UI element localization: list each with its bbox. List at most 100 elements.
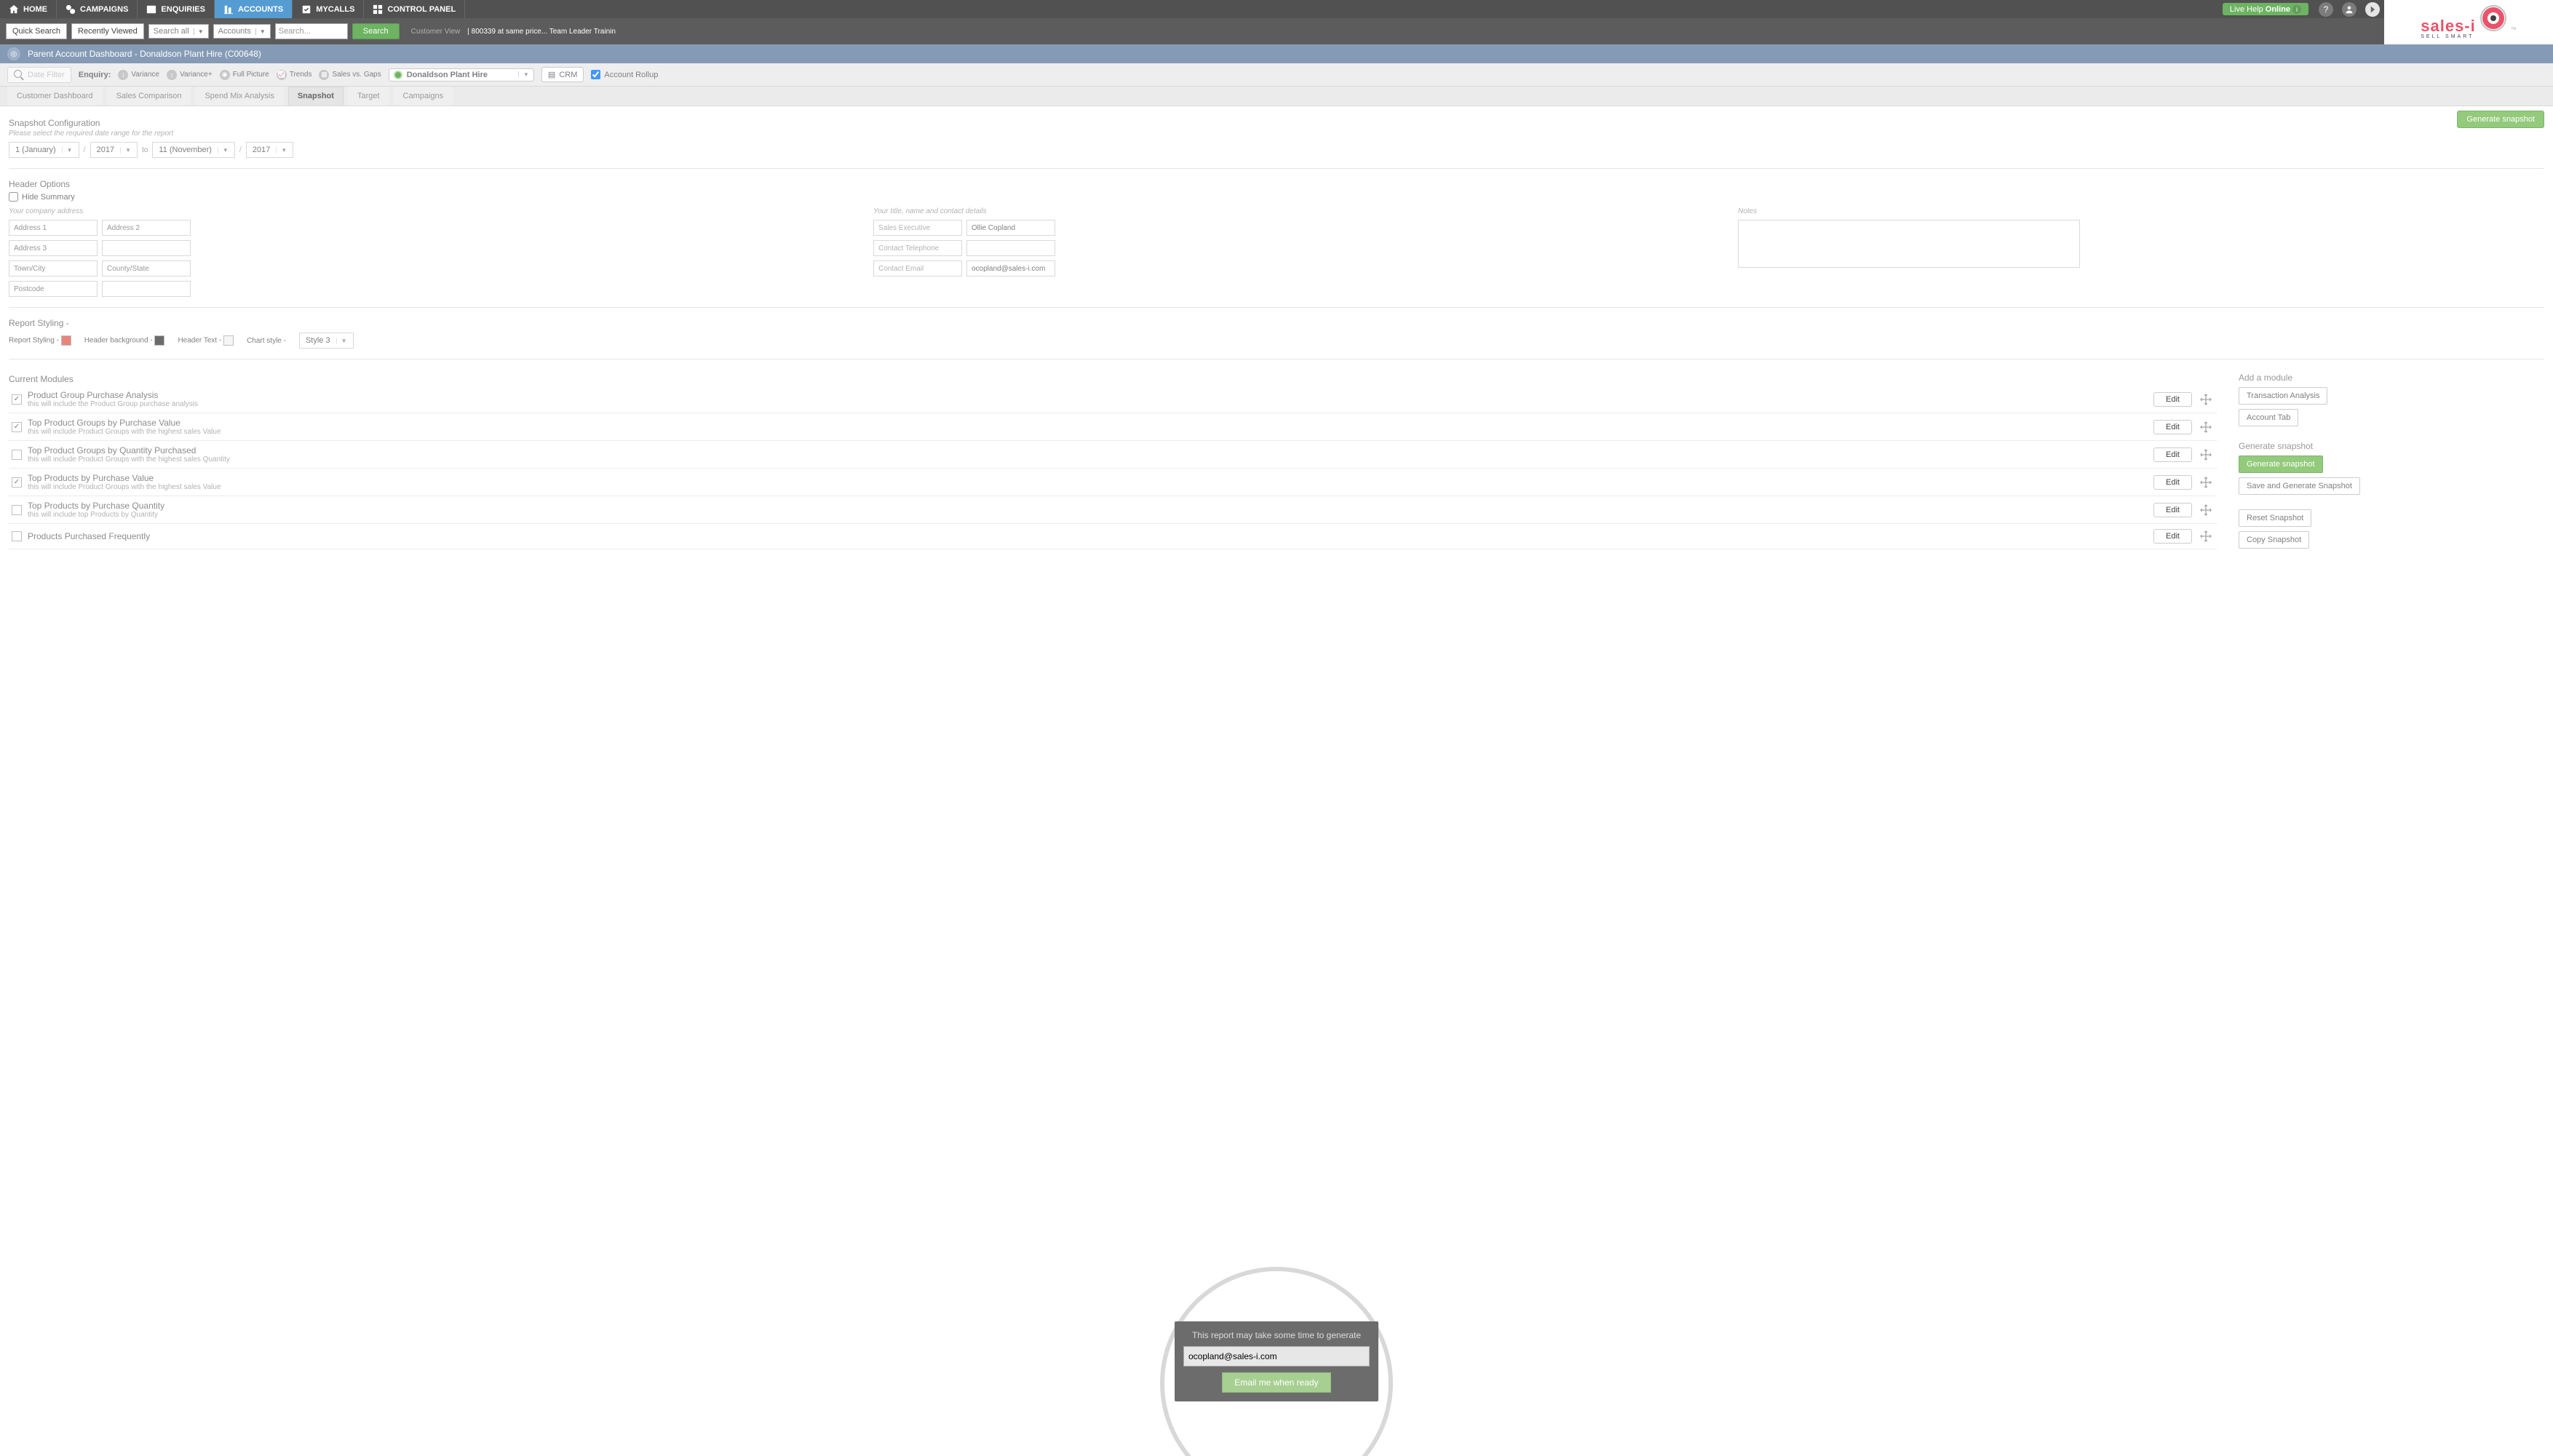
tab-sales-comparison[interactable]: Sales Comparison <box>107 87 191 106</box>
nav-home[interactable]: HOME <box>0 0 57 18</box>
generate-snapshot-top-button[interactable]: Generate snapshot <box>2457 111 2544 128</box>
module-checkbox[interactable] <box>12 450 22 460</box>
account-tab-button[interactable]: Account Tab <box>2239 409 2298 426</box>
report-styling-label: Report Styling - <box>9 335 71 346</box>
town-input[interactable] <box>9 260 98 277</box>
pill-variance[interactable]: ↕Variance <box>118 70 159 80</box>
address2-input[interactable] <box>102 220 191 236</box>
to-month-select[interactable]: 11 (November)▼ <box>152 142 234 158</box>
contact-tel-value-input[interactable] <box>966 240 1055 256</box>
tab-snapshot[interactable]: Snapshot <box>288 87 344 106</box>
module-row: Top Product Groups by Purchase Valuethis… <box>9 413 2217 441</box>
postcode2-input[interactable] <box>102 281 191 297</box>
module-checkbox[interactable] <box>12 531 22 541</box>
move-icon[interactable] <box>2198 391 2214 407</box>
account-rollup-checkbox[interactable]: Account Rollup <box>591 70 658 79</box>
user-icon[interactable] <box>2342 2 2357 17</box>
module-edit-button[interactable]: Edit <box>2153 420 2192 434</box>
marquee-text: | 800339 at same price... Team Leader Tr… <box>467 28 616 36</box>
move-icon[interactable] <box>2198 419 2214 435</box>
generate-snapshot-button[interactable]: Generate snapshot <box>2239 456 2323 473</box>
swatch-dark[interactable] <box>154 335 164 346</box>
module-checkbox[interactable] <box>12 394 22 405</box>
postcode-input[interactable] <box>9 281 98 297</box>
customer-view-label: Customer View <box>411 28 461 36</box>
module-title: Top Product Groups by Quantity Purchased <box>28 445 2148 456</box>
search-type-select[interactable]: Accounts▼ <box>213 24 271 39</box>
search-bar: Quick Search Recently Viewed Search all▼… <box>0 18 2384 44</box>
pill-sales-gaps[interactable]: ▦Sales vs. Gaps <box>319 70 381 80</box>
move-icon[interactable] <box>2198 474 2214 490</box>
brand-logo: sales-i SELL SMART ™ <box>2384 0 2553 44</box>
nav-control-panel[interactable]: CONTROL PANEL <box>364 0 465 18</box>
from-year-select[interactable]: 2017▼ <box>90 142 138 158</box>
module-edit-button[interactable]: Edit <box>2153 447 2192 462</box>
save-generate-button[interactable]: Save and Generate Snapshot <box>2239 477 2360 495</box>
swatch-red[interactable] <box>61 335 71 346</box>
search-input[interactable] <box>275 23 348 39</box>
move-icon[interactable] <box>2198 502 2214 518</box>
module-checkbox[interactable] <box>12 505 22 515</box>
module-checkbox[interactable] <box>12 477 22 488</box>
tab-campaigns[interactable]: Campaigns <box>394 87 453 106</box>
tab-customer-dashboard[interactable]: Customer Dashboard <box>7 87 103 106</box>
to-year-select[interactable]: 2017▼ <box>246 142 293 158</box>
contact-email-value-input[interactable] <box>966 260 1055 277</box>
contact-tel-label-input[interactable] <box>873 240 962 256</box>
county-input[interactable] <box>102 260 191 277</box>
search-go-button[interactable]: Search <box>352 23 400 39</box>
forward-icon[interactable] <box>2365 2 2380 17</box>
tab-target[interactable]: Target <box>348 87 389 106</box>
reset-snapshot-button[interactable]: Reset Snapshot <box>2239 509 2311 527</box>
quick-search-button[interactable]: Quick Search <box>6 23 67 39</box>
live-help-button[interactable]: Live Help Online i <box>2223 3 2308 15</box>
address1-input[interactable] <box>9 220 98 236</box>
date-filter-button[interactable]: Date Filter <box>7 67 71 83</box>
notes-textarea[interactable] <box>1738 220 2080 268</box>
swatch-light[interactable] <box>223 335 234 346</box>
transaction-analysis-button[interactable]: Transaction Analysis <box>2239 387 2327 405</box>
module-checkbox[interactable] <box>12 422 22 432</box>
module-desc: this will include Product Groups with th… <box>28 456 2148 464</box>
crm-button[interactable]: ▤CRM <box>541 67 584 82</box>
address3-input[interactable] <box>9 240 98 256</box>
contact-email-label-input[interactable] <box>873 260 962 277</box>
hide-summary-checkbox[interactable]: Hide Summary <box>9 192 2544 202</box>
tab-spend-mix[interactable]: Spend Mix Analysis <box>195 87 283 106</box>
pill-variance-plus[interactable]: ↕Variance+ <box>167 70 213 80</box>
top-nav: HOME CAMPAIGNS ENQUIRIES ACCOUNTS MYCALL… <box>0 0 2384 18</box>
page-header: ◎ Parent Account Dashboard - Donaldson P… <box>0 44 2553 63</box>
magnifier-lens: This report may take some time to genera… <box>1160 1267 1393 1456</box>
email-me-button[interactable]: Email me when ready <box>1222 1372 1330 1393</box>
address3b-input[interactable] <box>102 240 191 256</box>
move-icon[interactable] <box>2198 447 2214 463</box>
copy-snapshot-button[interactable]: Copy Snapshot <box>2239 531 2309 549</box>
modules-title: Current Modules <box>9 374 2217 384</box>
from-month-select[interactable]: 1 (January)▼ <box>9 142 79 158</box>
module-edit-button[interactable]: Edit <box>2153 529 2192 544</box>
email-input[interactable] <box>1183 1346 1370 1367</box>
nav-mycalls[interactable]: MYCALLS <box>293 0 364 18</box>
header-text-label: Header Text - <box>178 335 234 346</box>
nav-enquiries[interactable]: ENQUIRIES <box>138 0 215 18</box>
filter-bar: Date Filter Enquiry: ↕Variance ↕Variance… <box>0 63 2553 87</box>
email-popup: This report may take some time to genera… <box>1175 1321 1378 1401</box>
account-select[interactable]: Donaldson Plant Hire▼ <box>389 68 534 81</box>
header-options-title: Header Options <box>9 179 2544 189</box>
search-scope-select[interactable]: Search all▼ <box>148 24 209 39</box>
pill-full-picture[interactable]: ◉Full Picture <box>220 70 269 80</box>
pill-trends[interactable]: 📈Trends <box>277 70 312 80</box>
module-row: Top Products by Purchase Quantitythis wi… <box>9 496 2217 524</box>
sales-exec-value-input[interactable] <box>966 220 1055 236</box>
module-edit-button[interactable]: Edit <box>2153 503 2192 517</box>
move-icon[interactable] <box>2198 528 2214 544</box>
nav-campaigns[interactable]: CAMPAIGNS <box>57 0 138 18</box>
help-icon[interactable]: ? <box>2319 2 2333 17</box>
module-edit-button[interactable]: Edit <box>2153 475 2192 490</box>
module-edit-button[interactable]: Edit <box>2153 392 2192 407</box>
chart-style-select[interactable]: Style 3▼ <box>299 333 354 349</box>
sales-exec-label-input[interactable] <box>873 220 962 236</box>
recently-viewed-button[interactable]: Recently Viewed <box>71 23 144 39</box>
header-bg-label: Header background - <box>84 335 165 346</box>
nav-accounts[interactable]: ACCOUNTS <box>215 0 293 18</box>
